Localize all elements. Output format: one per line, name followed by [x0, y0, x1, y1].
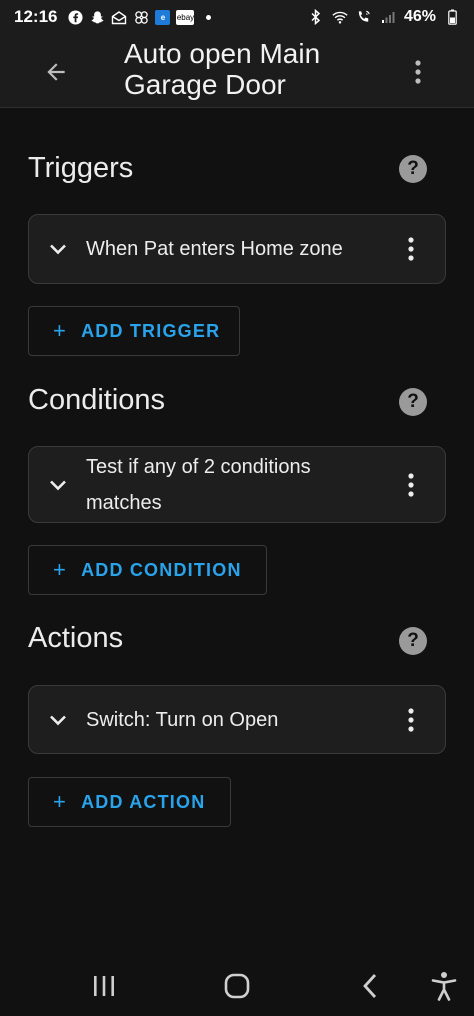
page-title: Auto open Main Garage Door [124, 38, 404, 100]
add-trigger-button[interactable]: + ADD TRIGGER [28, 306, 240, 356]
chevron-down-icon[interactable] [47, 709, 69, 731]
back-nav-button[interactable] [350, 966, 390, 1006]
action-card[interactable]: Switch: Turn on Open [28, 685, 446, 754]
condition-label: Test if any of 2 conditions matches [86, 449, 375, 521]
add-action-label: ADD ACTION [81, 791, 206, 812]
facebook-icon [67, 9, 83, 25]
recent-apps-icon [94, 976, 114, 996]
status-left: 12:16 e ebay [14, 7, 212, 27]
action-menu-icon[interactable] [399, 705, 423, 735]
chevron-down-icon[interactable] [47, 238, 69, 260]
app-bar: Auto open Main Garage Door [0, 34, 474, 108]
conditions-heading: Conditions [28, 384, 166, 416]
status-bar: 12:16 e ebay 46% [0, 0, 474, 34]
trigger-menu-icon[interactable] [399, 234, 423, 264]
accessibility-icon [431, 972, 457, 1001]
more-vert-icon [415, 60, 421, 84]
actions-heading: Actions [28, 622, 124, 654]
plus-icon: + [53, 557, 68, 582]
system-nav-bar [0, 952, 474, 1016]
overflow-menu-button[interactable] [400, 52, 436, 92]
triggers-heading: Triggers [28, 152, 134, 184]
accessibility-button[interactable] [424, 966, 464, 1006]
automation-editor-screen: 12:16 e ebay 46% Auto open Main Garage D… [0, 0, 474, 1016]
status-time: 12:16 [14, 7, 58, 26]
wifi-calling-icon [356, 9, 372, 25]
trigger-card[interactable]: When Pat enters Home zone [28, 214, 446, 284]
mail-icon [111, 9, 127, 25]
conditions-help-icon[interactable]: ? [399, 388, 427, 416]
page-title-line-1: Auto open Main [124, 38, 321, 69]
bluetooth-icon [308, 9, 324, 25]
back-nav-icon [363, 974, 377, 998]
battery-level: 46% [403, 8, 436, 25]
add-condition-button[interactable]: + ADD CONDITION [28, 545, 267, 595]
home-icon [224, 973, 250, 999]
edge-badge: e [155, 9, 171, 25]
trigger-label: When Pat enters Home zone [86, 238, 343, 260]
pinwheel-icon [133, 9, 149, 25]
condition-label-line-2: matches [86, 492, 162, 514]
triggers-help-icon[interactable]: ? [399, 155, 427, 183]
back-button[interactable] [36, 52, 76, 92]
notification-dot [206, 14, 212, 20]
status-right: 46% [308, 8, 460, 26]
condition-label-line-1: Test if any of 2 conditions [86, 456, 311, 478]
page-title-line-2: Garage Door [124, 69, 286, 100]
action-label: Switch: Turn on Open [86, 709, 279, 731]
add-trigger-label: ADD TRIGGER [81, 320, 221, 341]
plus-icon: + [53, 789, 68, 814]
battery-icon [444, 9, 460, 25]
add-condition-label: ADD CONDITION [81, 559, 242, 580]
plus-icon: + [53, 318, 68, 343]
arrow-back-icon [47, 63, 65, 81]
condition-menu-icon[interactable] [399, 470, 423, 500]
snapchat-icon [89, 9, 105, 25]
chevron-down-icon[interactable] [47, 474, 69, 496]
condition-card[interactable]: Test if any of 2 conditions matches [28, 446, 446, 523]
add-action-button[interactable]: + ADD ACTION [28, 777, 231, 827]
recent-apps-button[interactable] [84, 966, 124, 1006]
ebay-badge: ebay [176, 9, 195, 25]
actions-help-icon[interactable]: ? [399, 627, 427, 655]
home-button[interactable] [217, 966, 257, 1006]
wifi-icon [332, 9, 348, 25]
signal-icon [380, 9, 396, 25]
